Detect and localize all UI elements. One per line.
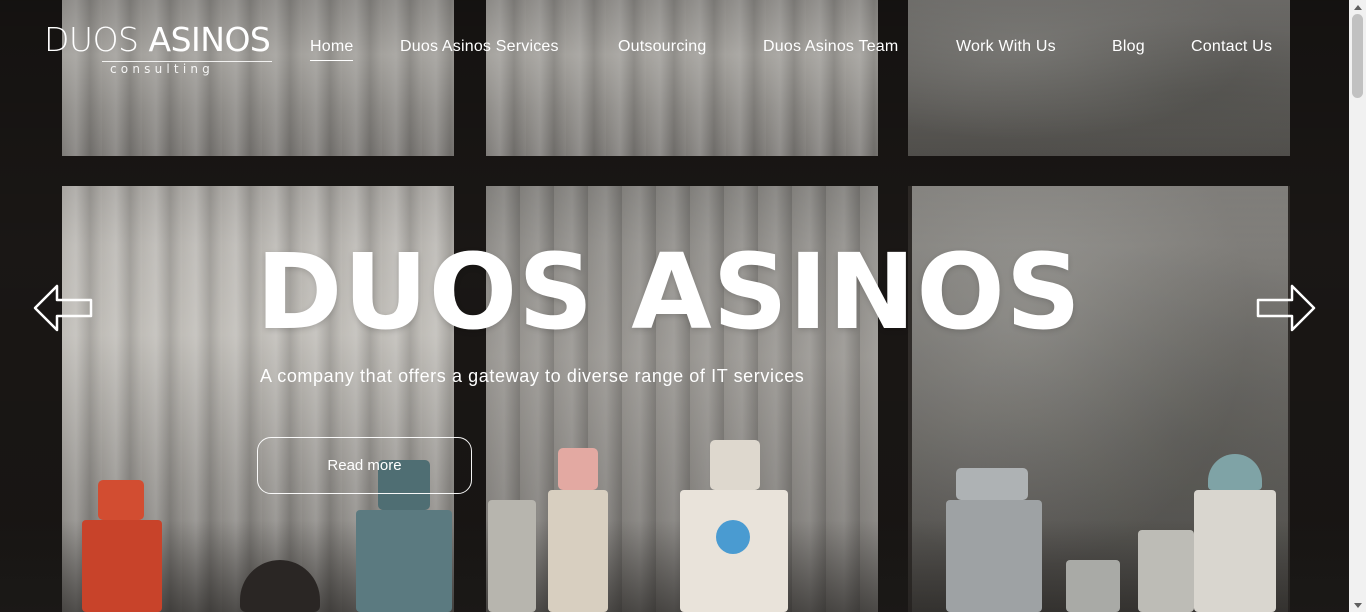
nav-item-blog[interactable]: Blog xyxy=(1112,38,1145,56)
slider-next-button[interactable] xyxy=(1256,284,1316,332)
toy-robot-image xyxy=(1138,530,1194,612)
nav-item-work-with-us[interactable]: Work With Us xyxy=(956,38,1056,56)
slider-prev-button[interactable] xyxy=(33,284,93,332)
scrollbar-thumb[interactable] xyxy=(1352,14,1363,98)
toy-robot-image xyxy=(1194,454,1276,612)
arrow-right-icon xyxy=(1256,284,1316,332)
nav-item-contact-us[interactable]: Contact Us xyxy=(1191,38,1272,56)
toy-robot-image xyxy=(488,500,536,612)
logo-wordmark-left: DUOS xyxy=(44,20,139,59)
nav-item-outsourcing[interactable]: Outsourcing xyxy=(618,38,706,56)
read-more-button[interactable]: Read more xyxy=(257,437,472,494)
toy-robot-image xyxy=(946,468,1042,612)
toy-robot-image xyxy=(1066,560,1120,612)
chevron-up-icon xyxy=(1353,4,1362,10)
logo-wordmark: DUOS ASINOS xyxy=(44,20,271,59)
scroll-up-button[interactable] xyxy=(1349,0,1366,14)
toy-robot-image xyxy=(356,460,452,612)
hero-subtitle: A company that offers a gateway to diver… xyxy=(260,366,805,386)
toy-robot-image xyxy=(548,448,608,612)
nav-item-home[interactable]: Home xyxy=(310,38,354,61)
logo-wordmark-right: ASINOS xyxy=(148,20,271,59)
toy-robot-image xyxy=(680,440,788,612)
page-scrollbar[interactable] xyxy=(1349,0,1366,612)
hero-title: DUOS ASINOS xyxy=(256,231,1082,353)
toy-robot-image xyxy=(82,480,162,612)
arrow-left-icon xyxy=(33,284,93,332)
site-logo[interactable]: DUOS ASINOS consulting xyxy=(44,22,294,78)
logo-tagline: consulting xyxy=(110,62,214,76)
scroll-down-button[interactable] xyxy=(1349,598,1366,612)
nav-item-services[interactable]: Duos Asinos Services xyxy=(400,38,559,56)
nav-item-team[interactable]: Duos Asinos Team xyxy=(763,38,898,56)
chevron-down-icon xyxy=(1353,602,1362,608)
